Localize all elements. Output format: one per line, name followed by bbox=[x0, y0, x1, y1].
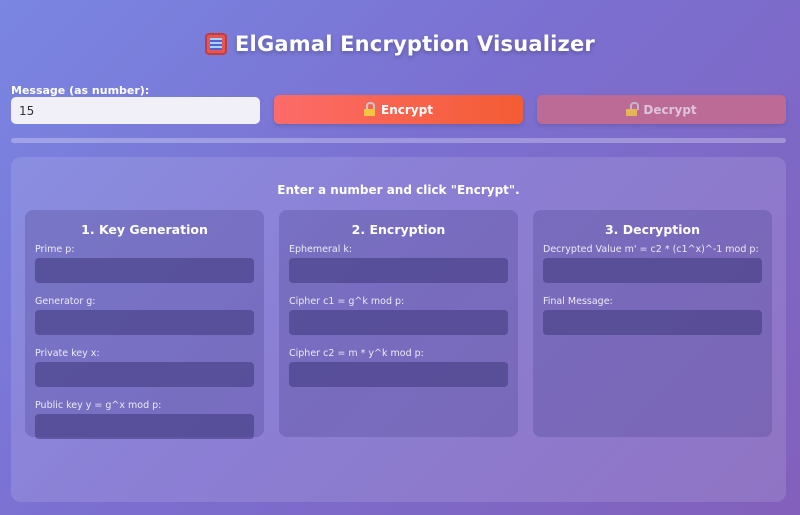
progress-divider bbox=[11, 138, 786, 143]
page-title-text: ElGamal Encryption Visualizer bbox=[235, 32, 595, 56]
ephemeral-k-label: Ephemeral k: bbox=[289, 244, 353, 255]
key-generation-card: 1. Key Generation Prime p: Generator g: … bbox=[25, 210, 264, 439]
decryption-card: 3. Decryption Decrypted Value m' = c2 * … bbox=[533, 210, 772, 437]
generator-g-value bbox=[35, 310, 254, 335]
decrypted-value bbox=[543, 258, 762, 283]
unlock-icon bbox=[626, 101, 640, 116]
cipher-c2-label: Cipher c2 = m * y^k mod p: bbox=[289, 348, 424, 359]
decrypted-value-label: Decrypted Value m' = c2 * (c1^x)^-1 mod … bbox=[543, 244, 759, 255]
decrypt-button-label: Decrypt bbox=[643, 102, 697, 117]
page-title: ElGamal Encryption Visualizer bbox=[0, 32, 800, 56]
generator-g-label: Generator g: bbox=[35, 296, 96, 307]
private-key-x-label: Private key x: bbox=[35, 348, 100, 359]
card-title: 3. Decryption bbox=[604, 222, 701, 237]
final-message-label: Final Message: bbox=[543, 296, 613, 307]
abacus-icon bbox=[205, 33, 227, 55]
encrypt-button[interactable]: Encrypt bbox=[274, 95, 523, 124]
message-label: Message (as number): bbox=[11, 84, 150, 97]
decrypt-button[interactable]: Decrypt bbox=[537, 95, 786, 124]
cipher-c1-value bbox=[289, 310, 508, 335]
lock-icon bbox=[364, 101, 376, 116]
encryption-card: 2. Encryption Ephemeral k: Cipher c1 = g… bbox=[279, 210, 518, 437]
cipher-c1-label: Cipher c1 = g^k mod p: bbox=[289, 296, 405, 307]
public-key-y-value bbox=[35, 414, 254, 439]
card-title: 1. Key Generation bbox=[81, 222, 208, 237]
encrypt-button-label: Encrypt bbox=[381, 102, 433, 117]
ephemeral-k-value bbox=[289, 258, 508, 283]
public-key-y-label: Public key y = g^x mod p: bbox=[35, 400, 162, 411]
cipher-c2-value bbox=[289, 362, 508, 387]
visualizer-panel: Enter a number and click "Encrypt". 1. K… bbox=[11, 157, 786, 502]
status-message: Enter a number and click "Encrypt". bbox=[277, 183, 520, 197]
prime-p-label: Prime p: bbox=[35, 244, 75, 255]
message-input[interactable] bbox=[11, 97, 260, 124]
final-message-value bbox=[543, 310, 762, 335]
private-key-x-value bbox=[35, 362, 254, 387]
prime-p-value bbox=[35, 258, 254, 283]
card-title: 2. Encryption bbox=[351, 222, 446, 237]
